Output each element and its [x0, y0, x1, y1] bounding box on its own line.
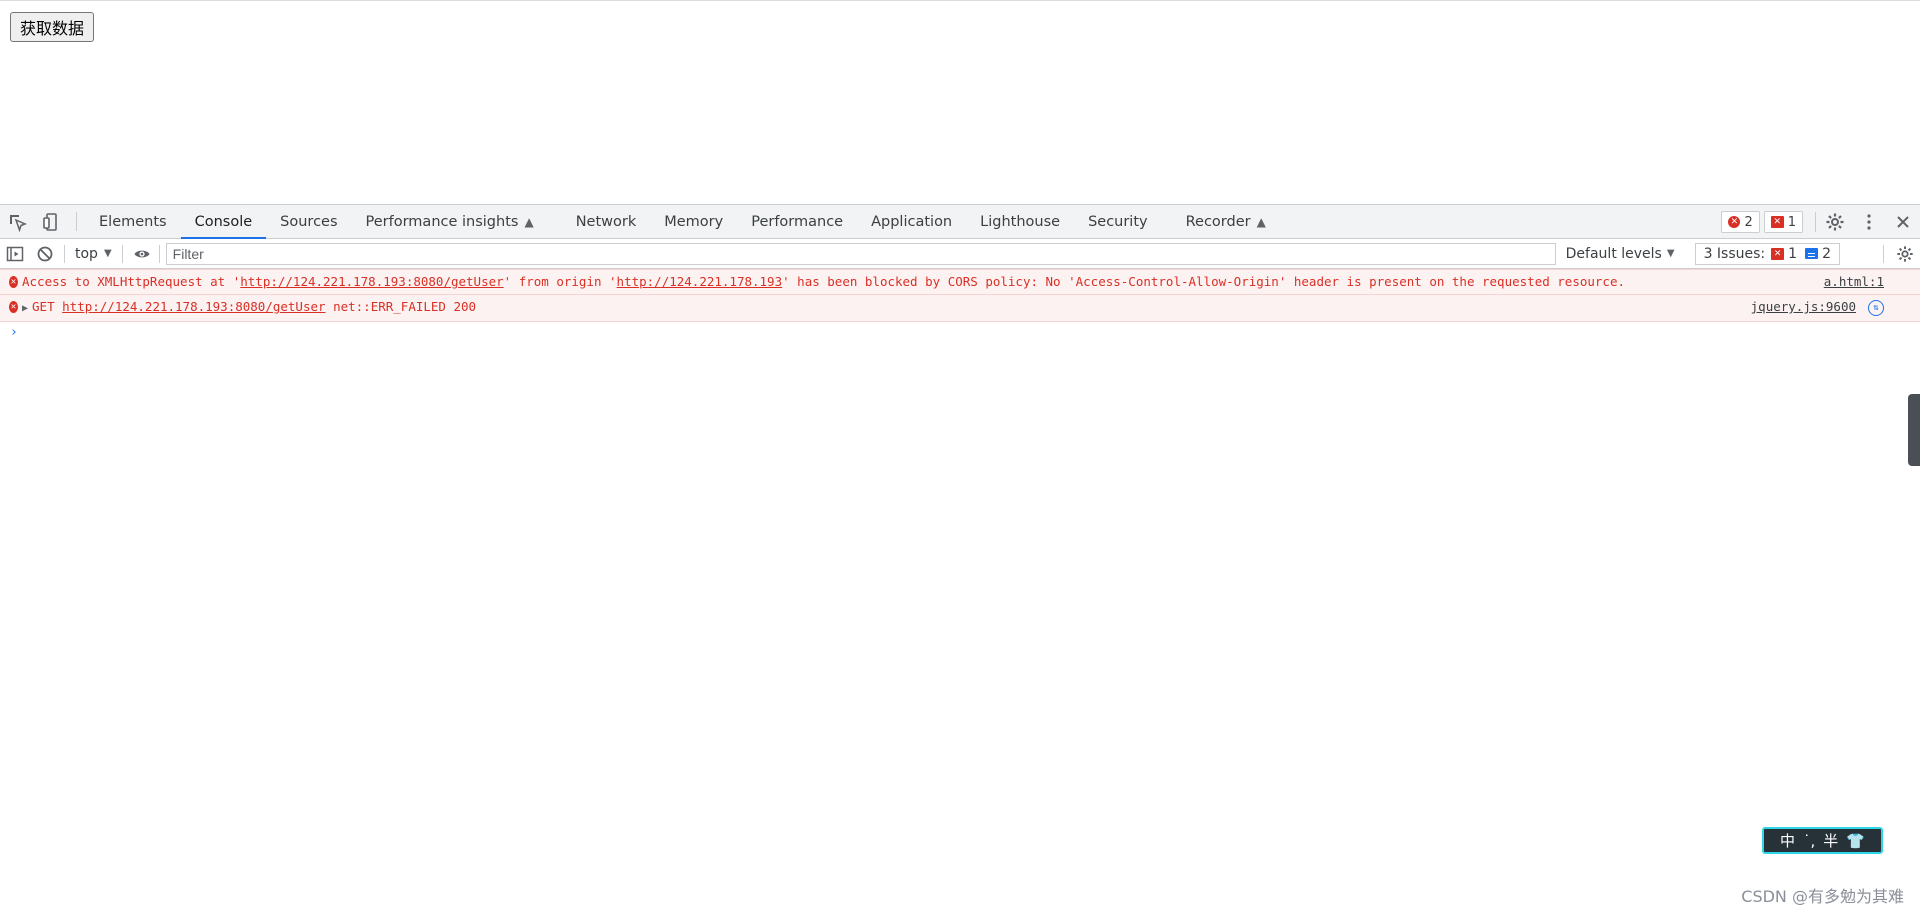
tab-label: Elements	[99, 213, 167, 230]
ime-mode-char: 中	[1780, 832, 1796, 850]
error-count-badge[interactable]: ✕ 2	[1721, 211, 1760, 233]
error-icon-wrap: ✕	[0, 273, 22, 291]
issue-info-icon	[1805, 248, 1819, 259]
issues-info-count: 2	[1822, 245, 1831, 262]
error-icon: ✕	[1728, 216, 1741, 228]
toolbar-divider	[1883, 245, 1884, 263]
tab-label: Console	[194, 213, 253, 230]
msg-text: Access to XMLHttpRequest at '	[22, 274, 241, 289]
source-link-jquery[interactable]: jquery.js:9600	[1751, 298, 1856, 316]
context-selector[interactable]: top ▼	[69, 246, 118, 262]
csdn-watermark: CSDN @有多勉为其难	[1741, 887, 1904, 906]
devtools-panel: Elements Console Sources Performance ins…	[0, 204, 1920, 915]
error-count: 2	[1744, 214, 1753, 230]
toolbar-right-group	[1877, 239, 1920, 269]
msg-text: ' from origin '	[503, 274, 617, 289]
expand-triangle-icon[interactable]: ▶	[22, 303, 28, 314]
toolbar-divider	[158, 244, 160, 263]
tab-performance[interactable]: Performance	[737, 205, 857, 238]
issue-count: 1	[1787, 214, 1796, 230]
toolbar-divider	[121, 244, 123, 263]
prompt-caret-icon: ›	[10, 325, 18, 340]
tab-label: Sources	[280, 213, 338, 230]
caret-down-icon: ▼	[1666, 248, 1675, 259]
gear-icon[interactable]	[1818, 205, 1852, 239]
origin-url-link[interactable]: http://124.221.178.193	[617, 274, 783, 289]
error-icon-wrap: ✕	[0, 298, 22, 316]
devtools-tabbar: Elements Console Sources Performance ins…	[0, 205, 1920, 239]
network-request-icon[interactable]: ⇅	[1868, 300, 1884, 316]
console-settings-gear-icon[interactable]	[1890, 239, 1920, 269]
ime-punct-char: ˙,	[1803, 831, 1816, 850]
tab-label: Lighthouse	[980, 213, 1061, 230]
experiment-flask-icon: ▲	[1256, 214, 1266, 229]
issues-label: 3 Issues:	[1703, 245, 1766, 262]
tabbar-right-group: ✕ 2 ✕ 1	[1721, 205, 1920, 239]
tab-label: Memory	[664, 213, 724, 230]
shirt-icon: 👕	[1846, 831, 1865, 850]
clear-console-icon[interactable]	[30, 239, 60, 269]
tabbar-divider	[76, 212, 77, 231]
error-icon: ✕	[9, 301, 18, 313]
fetch-data-button[interactable]: 获取数据	[10, 12, 95, 42]
issue-error-icon: ✕	[1770, 216, 1784, 228]
experiment-flask-icon: ▲	[524, 214, 534, 229]
tab-recorder[interactable]: Recorder ▲	[1172, 205, 1280, 238]
request-url-link[interactable]: http://124.221.178.193:8080/getUser	[240, 274, 503, 289]
console-prompt[interactable]: ›	[0, 322, 1920, 346]
issues-error-count: 1	[1788, 245, 1798, 262]
tab-application[interactable]: Application	[857, 205, 966, 238]
source-link-a-html[interactable]: a.html:1	[1824, 273, 1884, 291]
tab-elements[interactable]: Elements	[85, 205, 181, 238]
more-vertical-icon[interactable]	[1852, 205, 1886, 239]
tab-memory[interactable]: Memory	[650, 205, 737, 238]
tab-label: Security	[1088, 213, 1148, 230]
sidebar-toggle-icon[interactable]	[0, 239, 30, 269]
ime-width-char: 半	[1823, 832, 1839, 850]
console-message: Access to XMLHttpRequest at 'http://124.…	[22, 273, 1625, 291]
side-handle-widget[interactable]	[1908, 394, 1920, 466]
caret-down-icon: ▼	[103, 248, 112, 259]
context-label: top	[75, 245, 98, 262]
inspect-element-icon[interactable]	[0, 205, 34, 238]
close-icon[interactable]	[1886, 205, 1920, 239]
issues-button[interactable]: 3 Issues: ✕ 1 2	[1694, 242, 1840, 265]
msg-status: net::ERR_FAILED 200	[325, 299, 477, 314]
tab-lighthouse[interactable]: Lighthouse	[966, 205, 1074, 238]
tab-security[interactable]: Security	[1074, 205, 1162, 238]
issue-error-icon: ✕	[1771, 247, 1785, 260]
levels-label: Default levels	[1565, 245, 1662, 262]
tab-label: Recorder	[1185, 213, 1251, 230]
request-url-link[interactable]: http://124.221.178.193:8080/getUser	[62, 299, 325, 314]
issue-count-badge[interactable]: ✕ 1	[1763, 211, 1803, 233]
tab-sources[interactable]: Sources	[266, 205, 351, 238]
tab-label: Application	[871, 213, 953, 230]
eye-icon[interactable]	[127, 239, 157, 269]
ime-status-bar[interactable]: 中 ˙, 半 👕	[1762, 827, 1883, 854]
console-error-row-cors: ✕ Access to XMLHttpRequest at 'http://12…	[0, 269, 1920, 295]
console-error-row-get[interactable]: ✕ ▶ GET http://124.221.178.193:8080/getUs…	[0, 295, 1920, 322]
tab-console[interactable]: Console	[180, 205, 267, 239]
tab-label: Performance	[751, 213, 844, 230]
tab-label: Performance insights	[365, 213, 519, 230]
filter-input[interactable]	[165, 242, 1556, 265]
tab-network[interactable]: Network	[562, 205, 651, 238]
page-content-area: 获取数据	[0, 0, 1920, 204]
tab-performance-insights[interactable]: Performance insights ▲	[352, 205, 548, 238]
device-toolbar-icon[interactable]	[34, 205, 68, 238]
msg-method: GET	[32, 299, 63, 314]
console-message: ▶ GET http://124.221.178.193:8080/getUser…	[22, 298, 476, 318]
toolbar-divider	[64, 244, 65, 263]
tab-label: Network	[575, 213, 637, 230]
msg-text: ' has been blocked by CORS policy: No 'A…	[782, 274, 1625, 289]
log-levels-dropdown[interactable]: Default levels ▼	[1566, 246, 1675, 262]
console-toolbar: top ▼ Default levels ▼ 3 Issues: ✕ 1 2	[0, 239, 1920, 269]
error-icon: ✕	[9, 276, 18, 288]
tabbar-divider	[1815, 212, 1816, 232]
